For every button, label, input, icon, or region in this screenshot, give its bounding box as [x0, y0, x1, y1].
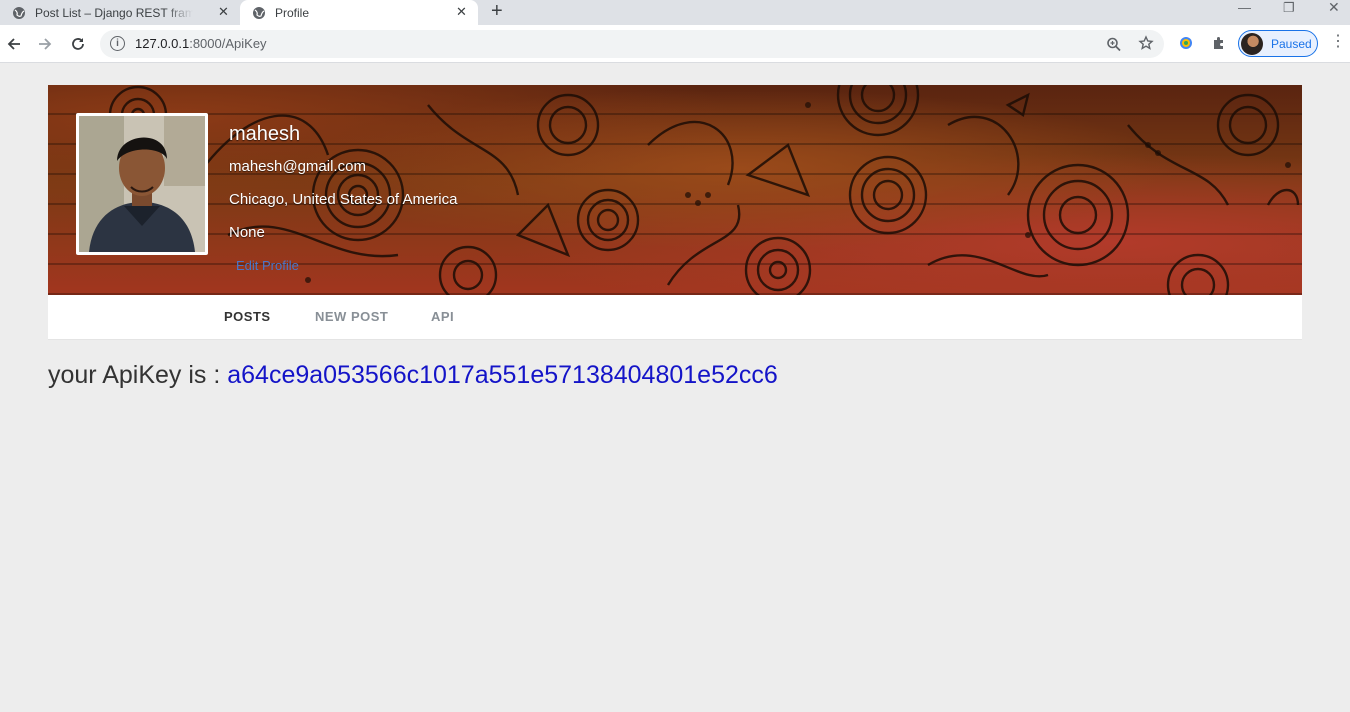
close-window-icon[interactable]: ✕	[1328, 0, 1340, 14]
new-tab-button[interactable]: +	[491, 1, 503, 21]
profile-location: Chicago, United States of America	[229, 191, 458, 208]
globe-icon	[12, 6, 26, 20]
tab-strip: Post List – Django REST framework ✕ Prof…	[0, 0, 1350, 25]
profile-chip[interactable]: Paused	[1238, 30, 1318, 57]
profile-status: Paused	[1271, 36, 1312, 51]
tab-post-list[interactable]: Post List – Django REST framework ✕	[0, 0, 240, 25]
extension-icon[interactable]	[1179, 36, 1193, 53]
back-icon[interactable]	[4, 32, 24, 56]
tab-title: Post List – Django REST framework	[35, 5, 193, 20]
url-host: 127.0.0.1	[135, 36, 190, 51]
tab-title: Profile	[275, 5, 310, 20]
puzzle-icon[interactable]	[1211, 35, 1227, 54]
reload-icon[interactable]	[68, 32, 88, 56]
forward-icon[interactable]	[35, 32, 55, 56]
avatar	[1241, 32, 1263, 55]
info-icon[interactable]: i	[110, 36, 125, 51]
profile-email: mahesh@gmail.com	[229, 158, 366, 175]
address-bar[interactable]: i 127.0.0.1:8000/ApiKey	[100, 30, 1164, 58]
nav-posts[interactable]: POSTS	[224, 309, 271, 324]
browser-toolbar: i 127.0.0.1:8000/ApiKey Paused ⋮	[0, 25, 1350, 63]
star-icon[interactable]	[1138, 34, 1154, 59]
profile-bio: None	[229, 224, 265, 241]
close-icon[interactable]: ✕	[456, 5, 467, 18]
apikey-value: a64ce9a053566c1017a551e57138404801e52cc6	[227, 361, 778, 389]
tab-profile[interactable]: Profile ✕	[240, 0, 478, 25]
close-icon[interactable]: ✕	[218, 5, 229, 18]
apikey-line: your ApiKey is : a64ce9a053566c1017a551e…	[48, 361, 778, 390]
nav-new-post[interactable]: NEW POST	[315, 309, 388, 324]
profile-name: mahesh	[229, 123, 301, 145]
url-path: :8000/ApiKey	[189, 36, 267, 51]
apikey-label: your ApiKey is :	[48, 361, 228, 389]
profile-avatar	[76, 113, 208, 255]
globe-icon	[252, 6, 266, 20]
nav-api[interactable]: API	[431, 309, 454, 324]
restore-icon[interactable]: ❐	[1283, 1, 1295, 14]
url-text[interactable]: 127.0.0.1:8000/ApiKey	[135, 36, 267, 51]
zoom-icon[interactable]	[1106, 34, 1122, 59]
edit-profile-link[interactable]: Edit Profile	[236, 258, 299, 273]
minimize-icon[interactable]: —	[1238, 1, 1251, 14]
menu-icon[interactable]: ⋮	[1330, 34, 1346, 50]
profile-nav: POSTS NEW POST API	[48, 295, 1302, 340]
